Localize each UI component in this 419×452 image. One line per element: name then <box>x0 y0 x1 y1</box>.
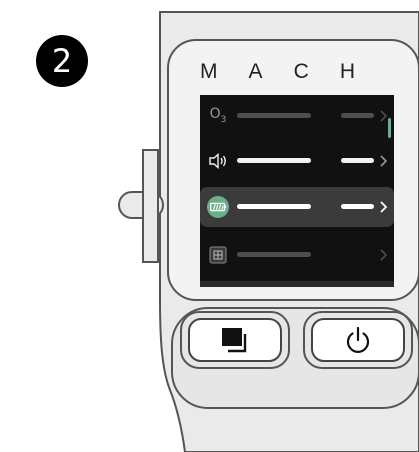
device-screen: O3 <box>200 95 394 287</box>
illustration: 2 M A C H O3 <box>0 0 419 452</box>
chevron-right-icon <box>380 201 388 213</box>
menu-item-sound[interactable] <box>200 141 394 181</box>
menu-item-o3[interactable]: O3 <box>200 96 394 136</box>
menu-item-bar <box>237 252 311 257</box>
menu-item-bar <box>237 113 311 118</box>
menu-item-partial <box>200 281 394 287</box>
power-button[interactable] <box>311 318 405 362</box>
menu-item-value-bar <box>341 158 374 163</box>
o3-icon: O3 <box>209 106 227 125</box>
power-icon <box>346 326 370 353</box>
layers-icon <box>222 328 247 353</box>
chevron-right-icon <box>380 249 388 261</box>
layers-button[interactable] <box>188 318 282 362</box>
brand-letter: H <box>339 60 355 83</box>
brand-letter: M <box>200 60 218 83</box>
speaker-icon <box>207 150 229 172</box>
chevron-right-icon <box>380 155 388 167</box>
grid-icon <box>207 244 229 266</box>
menu-item-value-bar <box>341 113 374 118</box>
menu-item-bar <box>237 204 311 209</box>
menu-item-battery[interactable] <box>200 187 394 227</box>
brand-letter: C <box>293 60 309 83</box>
chevron-right-icon <box>380 110 388 122</box>
scrollbar-thumb[interactable] <box>388 118 391 138</box>
menu-item-value-bar <box>341 204 374 209</box>
battery-icon <box>207 196 229 218</box>
brand-letter: A <box>248 60 263 83</box>
menu-item-grid[interactable] <box>200 235 394 275</box>
step-number-badge: 2 <box>36 35 88 87</box>
brand-label: M A C H <box>200 60 355 84</box>
side-rail <box>142 149 159 263</box>
menu-item-bar <box>237 158 311 163</box>
